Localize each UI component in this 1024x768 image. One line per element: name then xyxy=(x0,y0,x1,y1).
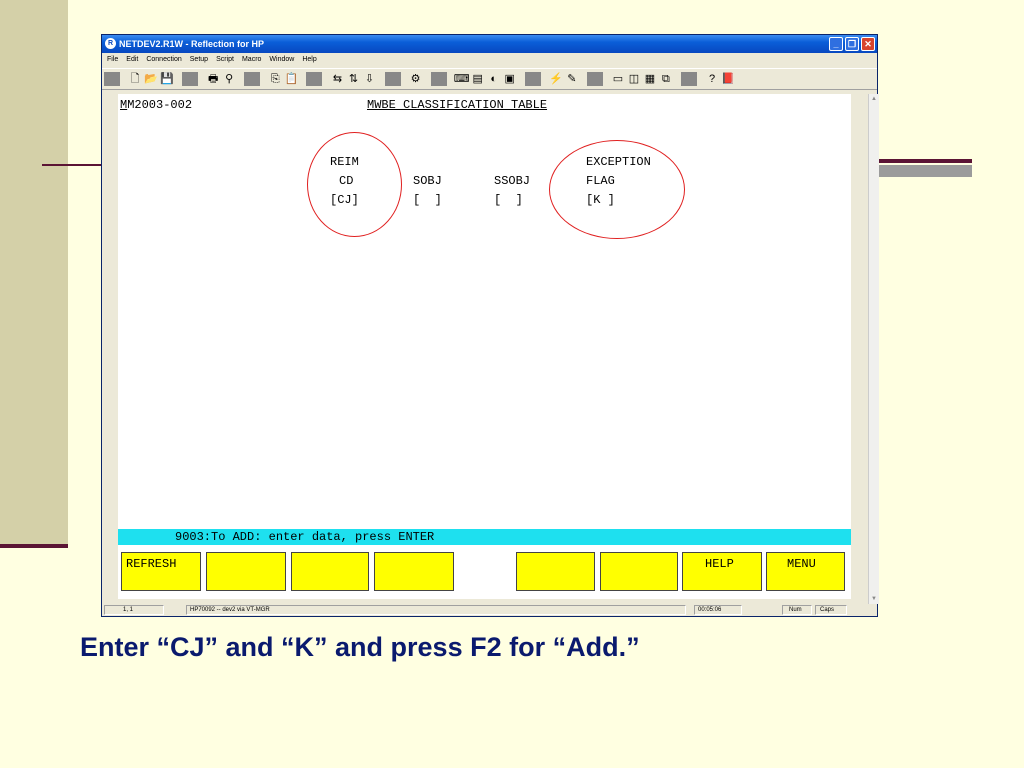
caps-lock-indicator: Caps xyxy=(815,605,847,615)
connection-info: HP70092 -- dev2 via VT-MGR xyxy=(186,605,686,615)
toolbar-separator xyxy=(244,72,261,87)
toolbar-separator xyxy=(586,72,603,87)
ssobj-label: SSOBJ xyxy=(494,174,531,188)
sobj-field[interactable]: [ ] xyxy=(413,193,442,207)
slide-rule-left-top xyxy=(42,164,102,166)
reflection-app-icon[interactable]: R xyxy=(105,38,116,49)
window-title: NETDEV2.R1W - Reflection for HP xyxy=(119,39,265,49)
f8-label: MENU xyxy=(787,557,816,571)
toolbar-separator xyxy=(182,72,199,87)
status-message: 9003:To ADD: enter data, press ENTER xyxy=(175,530,435,544)
toolbar-separator xyxy=(306,72,323,87)
window-titlebar[interactable]: R NETDEV2.R1W - Reflection for HP _ ❐ ✕ xyxy=(102,35,877,53)
slide-rule-right-top xyxy=(878,159,972,163)
minimize-button[interactable]: _ xyxy=(829,37,843,51)
whatsthis-icon[interactable]: ? xyxy=(704,69,720,89)
num-lock-indicator: Num xyxy=(782,605,812,615)
receive-icon[interactable]: ⇩ xyxy=(361,69,377,89)
close-button[interactable]: ✕ xyxy=(861,37,875,51)
terminal-icon[interactable]: ▣ xyxy=(502,69,518,89)
annotation-circle-exception xyxy=(549,140,685,239)
f3-key[interactable] xyxy=(291,552,369,591)
terminal-screen[interactable]: MM2003-002 MWBE CLASSIFICATION TABLE REI… xyxy=(118,94,851,599)
vertical-scrollbar[interactable]: ▲ ▼ xyxy=(868,94,879,604)
f5-key[interactable] xyxy=(516,552,595,591)
function-key-gap xyxy=(456,552,514,591)
screen-icon[interactable]: ▭ xyxy=(610,69,626,89)
layout-icon[interactable]: ▦ xyxy=(642,69,658,89)
book-icon[interactable]: 📕 xyxy=(720,69,736,89)
toolbar-separator xyxy=(430,72,447,87)
f1-label: REFRESH xyxy=(126,557,177,571)
annotation-circle-reim xyxy=(307,132,402,237)
toolbar-separator xyxy=(681,72,697,87)
message-bar: 9003:To ADD: enter data, press ENTER xyxy=(118,529,851,545)
scroll-up-icon[interactable]: ▲ xyxy=(869,94,879,104)
toolbar: 🗋 📂 💾 🖶 ⚲ ⎘ 📋 ⇆ ⇅ ⇩ ⚙ ⌨ ▤ ◐ ▣ ⚡ ✎ ▭ ◫ ▦ ⧉ ? 📕 xyxy=(102,68,877,90)
menu-file[interactable]: File xyxy=(107,56,118,63)
copy-icon[interactable]: ⎘ xyxy=(267,69,283,89)
color-icon[interactable]: ◐ xyxy=(486,69,502,89)
slide-caption: Enter “CJ” and “K” and press F2 for “Add… xyxy=(80,632,640,662)
toolbar-separator xyxy=(524,72,541,87)
window-icon[interactable]: ◫ xyxy=(626,69,642,89)
menu-macro[interactable]: Macro xyxy=(242,56,261,63)
keyboard-icon[interactable]: ⌨ xyxy=(454,69,470,89)
record-icon[interactable]: ✎ xyxy=(564,69,580,89)
session-timer: 00:05:06 xyxy=(694,605,742,615)
f1-refresh-key[interactable]: REFRESH xyxy=(121,552,201,591)
reflection-window: R NETDEV2.R1W - Reflection for HP _ ❐ ✕ … xyxy=(101,34,879,617)
cursor-position: 1, 1 xyxy=(104,605,164,615)
f2-key[interactable] xyxy=(206,552,286,591)
ssobj-field[interactable]: [ ] xyxy=(494,193,523,207)
screen-id: MM2003-002 xyxy=(120,98,192,112)
f4-key[interactable] xyxy=(374,552,454,591)
connect-icon[interactable]: ⇆ xyxy=(329,69,345,89)
slide-rule-right-gray xyxy=(878,165,972,177)
toolbar-separator xyxy=(384,72,401,87)
print-icon[interactable]: 🖶 xyxy=(205,69,221,89)
f7-help-key[interactable]: HELP xyxy=(682,552,762,591)
display-icon[interactable]: ▤ xyxy=(470,69,486,89)
find-icon[interactable]: ⚲ xyxy=(221,69,237,89)
menu-edit[interactable]: Edit xyxy=(126,56,138,63)
f6-key[interactable] xyxy=(600,552,678,591)
menu-script[interactable]: Script xyxy=(216,56,234,63)
screen-id-rest: M2003-002 xyxy=(127,98,193,112)
screen-title: MWBE CLASSIFICATION TABLE xyxy=(367,98,548,112)
slide-rule-left-bottom xyxy=(0,544,68,548)
scroll-down-icon[interactable]: ▼ xyxy=(869,594,879,604)
macro-icon[interactable]: ⚡ xyxy=(548,69,564,89)
cascade-icon[interactable]: ⧉ xyxy=(658,69,674,89)
restore-button[interactable]: ❐ xyxy=(845,37,859,51)
paste-icon[interactable]: 📋 xyxy=(283,69,299,89)
open-icon[interactable]: 📂 xyxy=(143,69,159,89)
toolbar-separator xyxy=(104,72,120,87)
new-icon[interactable]: 🗋 xyxy=(127,69,143,89)
settings-icon[interactable]: ⚙ xyxy=(408,69,424,89)
menu-help[interactable]: Help xyxy=(302,56,316,63)
transfer-icon[interactable]: ⇅ xyxy=(345,69,361,89)
slide-accent-band xyxy=(0,0,68,545)
f7-label: HELP xyxy=(705,557,734,571)
save-icon[interactable]: 💾 xyxy=(159,69,175,89)
sobj-label: SOBJ xyxy=(413,174,442,188)
f8-menu-key[interactable]: MENU xyxy=(766,552,845,591)
menu-window[interactable]: Window xyxy=(269,56,294,63)
menu-setup[interactable]: Setup xyxy=(190,56,208,63)
menu-bar: File Edit Connection Setup Script Macro Window… xyxy=(102,53,877,67)
status-bar: 1, 1 HP70092 -- dev2 via VT-MGR 00:05:06… xyxy=(102,604,877,616)
menu-connection[interactable]: Connection xyxy=(146,56,181,63)
